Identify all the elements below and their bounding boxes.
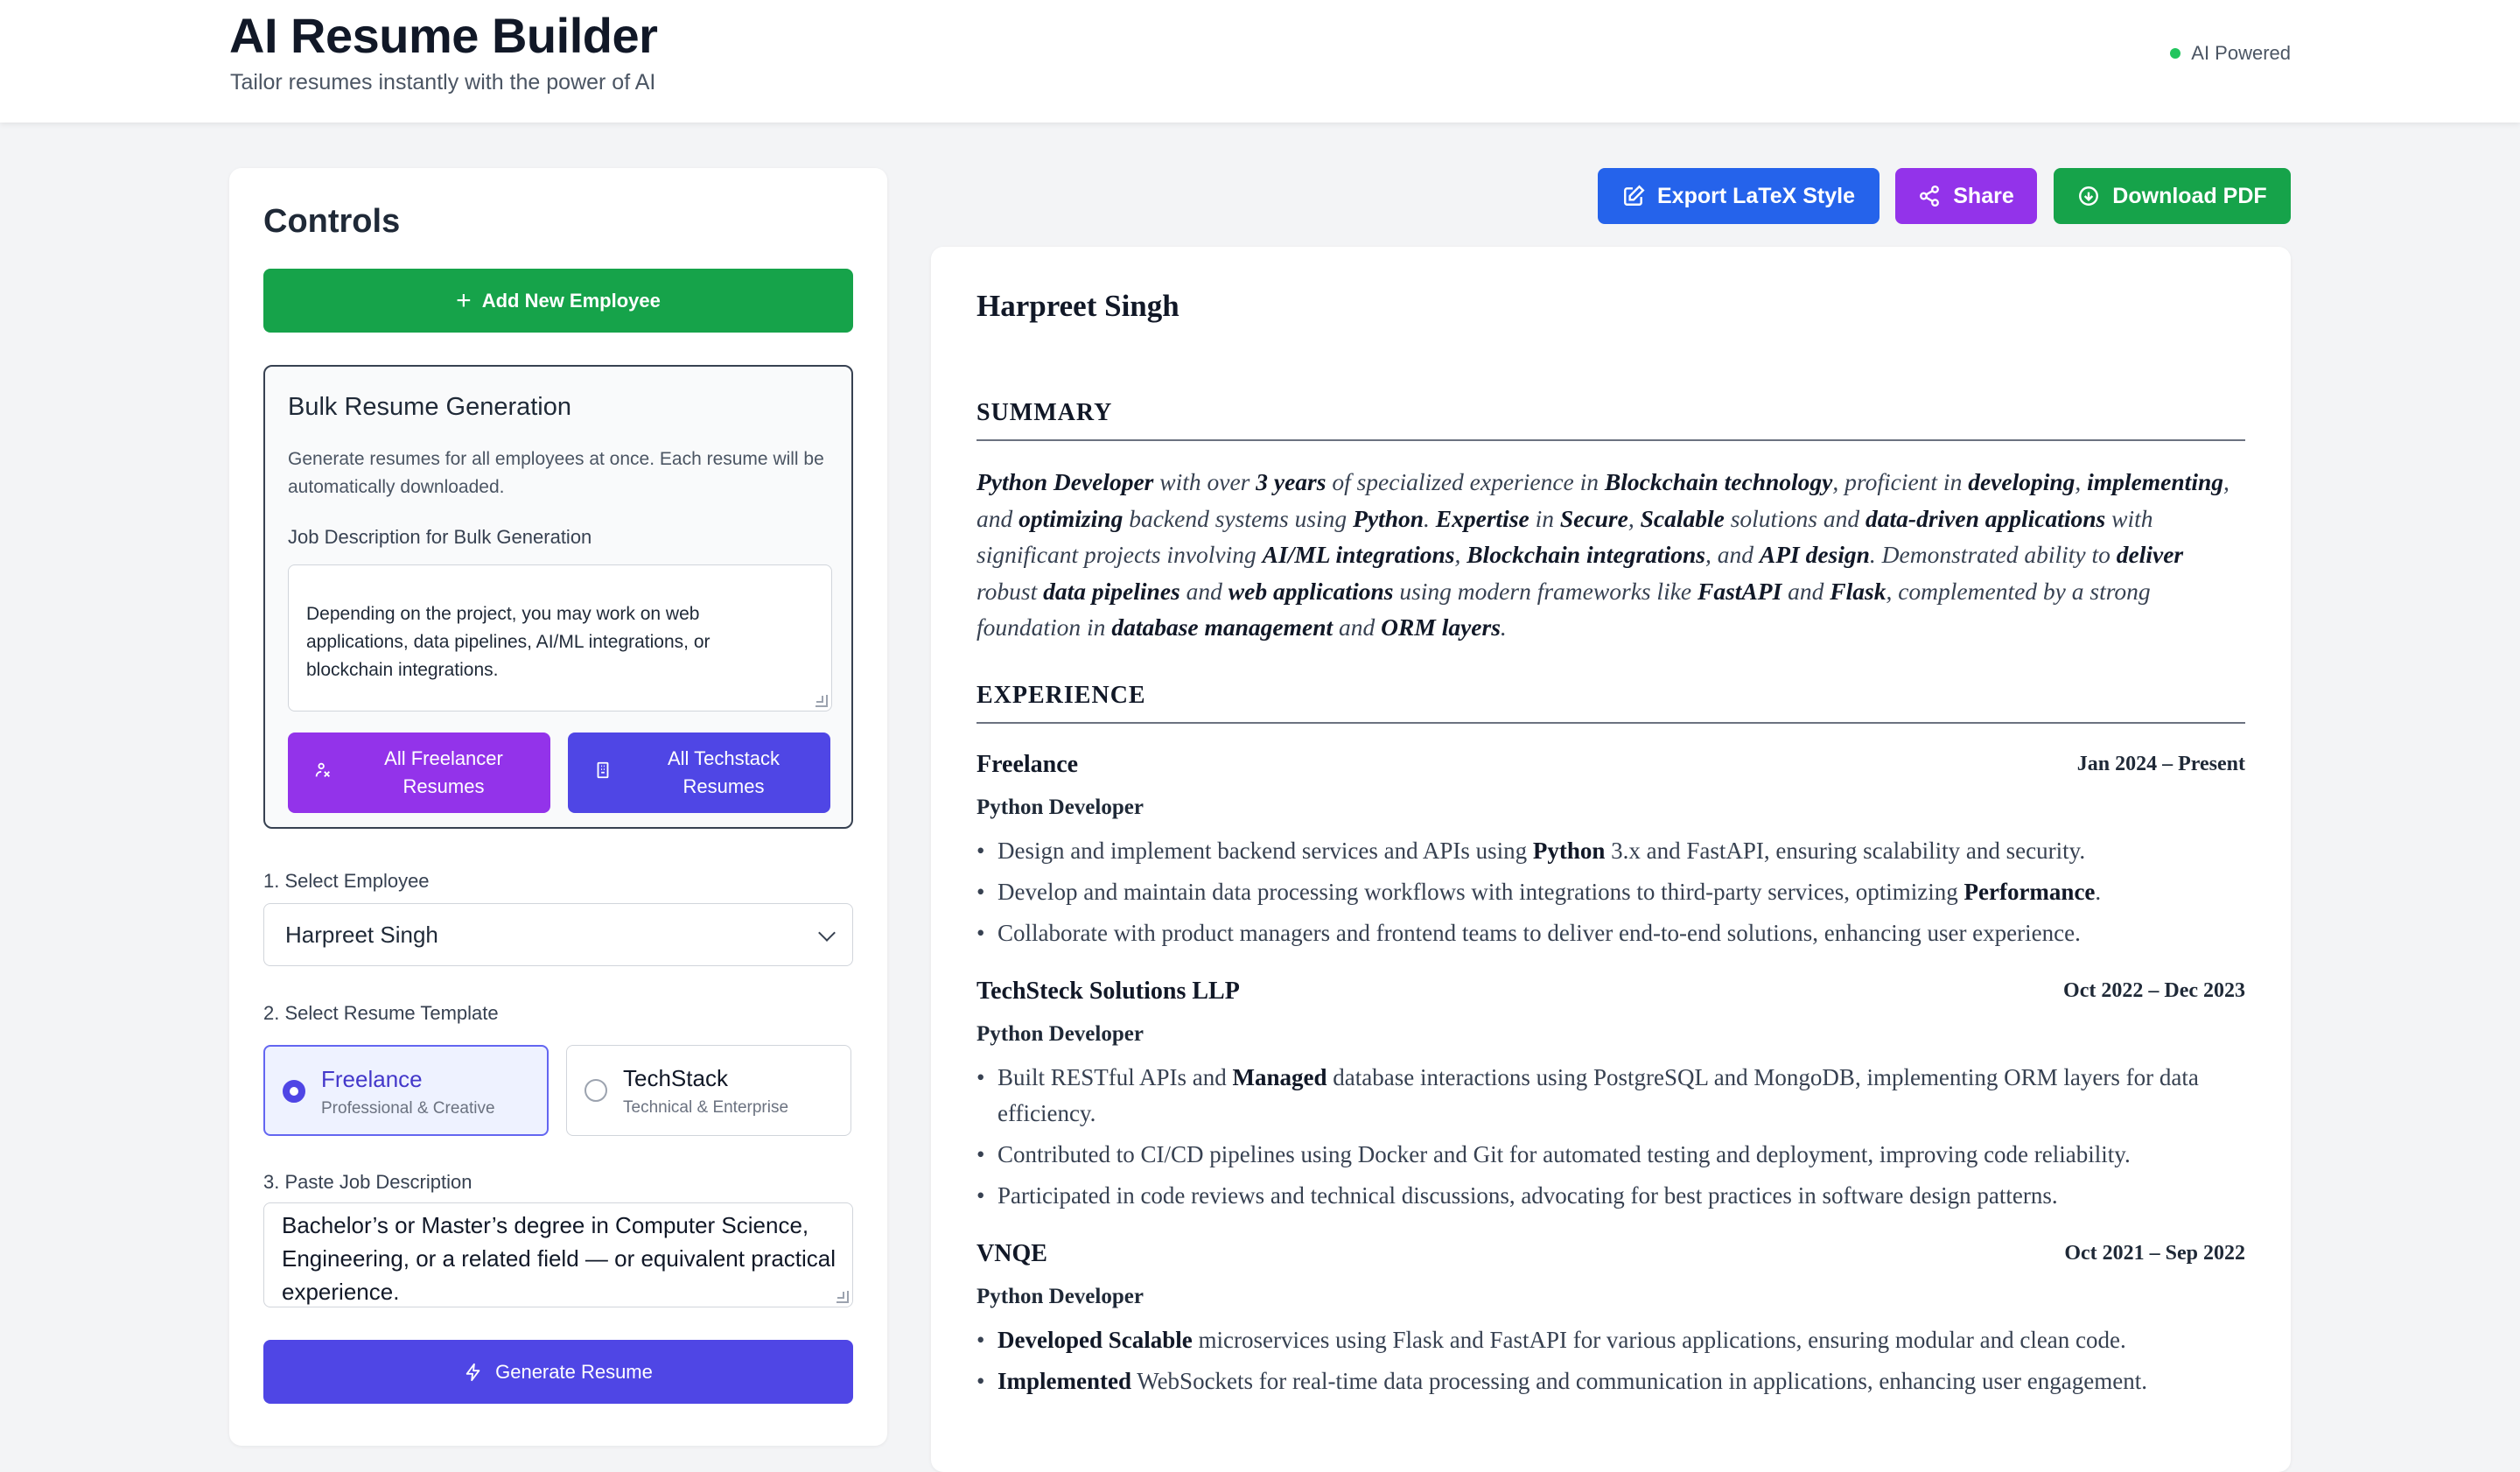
employee-select[interactable]: Harpreet Singh (263, 903, 853, 966)
list-item: Participated in code reviews and technic… (976, 1178, 2245, 1214)
ai-powered-label: AI Powered (2191, 42, 2291, 64)
job-description-label: 3. Paste Job Description (263, 1171, 472, 1193)
list-item: Built RESTful APIs and Managed database … (976, 1060, 2245, 1132)
job-bullets: Built RESTful APIs and Managed database … (976, 1060, 2245, 1219)
ai-powered-badge: AI Powered (2170, 42, 2291, 65)
controls-title: Controls (263, 203, 401, 240)
job-description-text: Bachelor’s or Master’s degree in Compute… (282, 1212, 836, 1305)
add-employee-label: Add New Employee (481, 289, 661, 312)
job-company: TechSteck Solutions LLP (976, 978, 1240, 1005)
bulk-jd-textarea[interactable]: Depending on the project, you may work o… (288, 564, 832, 711)
experience-heading: EXPERIENCE (976, 682, 2245, 724)
bulk-description: Generate resumes for all employees at on… (288, 449, 824, 497)
summary-heading: SUMMARY (976, 399, 2245, 441)
lightning-icon (466, 1363, 480, 1381)
template-option-freelance[interactable]: Freelance Professional & Creative (263, 1045, 549, 1136)
resume-name: Harpreet Singh (976, 289, 1180, 323)
resume-preview: Harpreet Singh SUMMARY Python Developer … (931, 247, 2291, 1472)
status-dot-icon (2170, 48, 2181, 59)
list-item: Contributed to CI/CD pipelines using Doc… (976, 1137, 2245, 1173)
list-item: Design and implement backend services an… (976, 833, 2245, 869)
template-name: TechStack (623, 1065, 728, 1091)
export-latex-button[interactable]: Export LaTeX Style (1598, 168, 1880, 224)
all-techstack-resumes-button[interactable]: All Techstack Resumes (568, 732, 830, 813)
template-label: 2. Select Resume Template (263, 1002, 499, 1024)
job-dates: Jan 2024 – Present (2076, 753, 2245, 775)
controls-panel: Controls + Add New Employee Bulk Resume … (229, 168, 887, 1446)
resize-handle-icon[interactable] (816, 695, 828, 707)
select-employee-label: 1. Select Employee (263, 870, 430, 892)
share-icon (1920, 185, 1940, 207)
bulk-jd-text: Depending on the project, you may work o… (306, 604, 710, 680)
radio-unselected-icon[interactable] (584, 1079, 607, 1102)
radio-selected-icon[interactable] (283, 1080, 305, 1103)
generate-resume-label: Generate Resume (495, 1360, 653, 1383)
edit-icon (1624, 185, 1645, 206)
resize-handle-icon[interactable] (836, 1291, 849, 1303)
list-item: Developed Scalable microservices using F… (976, 1322, 2245, 1358)
selected-employee-value: Harpreet Singh (285, 921, 438, 948)
all-freelancer-resumes-button[interactable]: All Freelancer Resumes (288, 732, 550, 813)
export-latex-label: Export LaTeX Style (1657, 183, 1855, 208)
job-company: Freelance (976, 751, 1079, 778)
template-subtitle: Technical & Enterprise (623, 1098, 789, 1117)
job-role: Python Developer (976, 1285, 1144, 1308)
job-role: Python Developer (976, 796, 1144, 819)
job-company: VNQE (976, 1240, 1047, 1267)
all-freelancer-label: All Freelancer Resumes (384, 747, 503, 797)
list-item: Develop and maintain data processing wor… (976, 874, 2245, 910)
bulk-jd-label: Job Description for Bulk Generation (288, 526, 592, 548)
job-bullets: Developed Scalable microservices using F… (976, 1322, 2245, 1405)
building-icon (568, 761, 638, 785)
list-item: Implemented WebSockets for real-time dat… (976, 1363, 2245, 1399)
app-title: AI Resume Builder (229, 8, 658, 63)
bulk-generation-panel: Bulk Resume Generation Generate resumes … (263, 365, 853, 829)
summary-text: Python Developer with over 3 years of sp… (976, 468, 2230, 641)
job-dates: Oct 2022 – Dec 2023 (2063, 979, 2245, 1002)
job-description-textarea[interactable]: Bachelor’s or Master’s degree in Compute… (263, 1202, 853, 1307)
list-item: Collaborate with product managers and fr… (976, 915, 2245, 951)
share-label: Share (1953, 183, 2014, 208)
share-button[interactable]: Share (1895, 168, 2037, 224)
download-pdf-button[interactable]: Download PDF (2054, 168, 2291, 224)
bulk-title: Bulk Resume Generation (288, 393, 571, 421)
template-name: Freelance (321, 1066, 423, 1092)
app-header: AI Resume Builder Tailor resumes instant… (0, 0, 2520, 123)
download-pdf-label: Download PDF (2112, 183, 2267, 208)
app-subtitle: Tailor resumes instantly with the power … (230, 70, 656, 95)
freelancer-icon (288, 761, 358, 785)
template-subtitle: Professional & Creative (321, 1099, 495, 1118)
add-employee-button[interactable]: + Add New Employee (263, 269, 853, 333)
all-techstack-label: All Techstack Resumes (668, 747, 780, 797)
download-icon (2079, 186, 2099, 206)
job-bullets: Design and implement backend services an… (976, 833, 2245, 957)
job-dates: Oct 2021 – Sep 2022 (2064, 1242, 2245, 1265)
plus-icon: + (456, 285, 472, 315)
template-option-techstack[interactable]: TechStack Technical & Enterprise (566, 1045, 851, 1136)
job-role: Python Developer (976, 1022, 1144, 1046)
chevron-down-icon (818, 924, 836, 942)
generate-resume-button[interactable]: Generate Resume (263, 1340, 853, 1404)
